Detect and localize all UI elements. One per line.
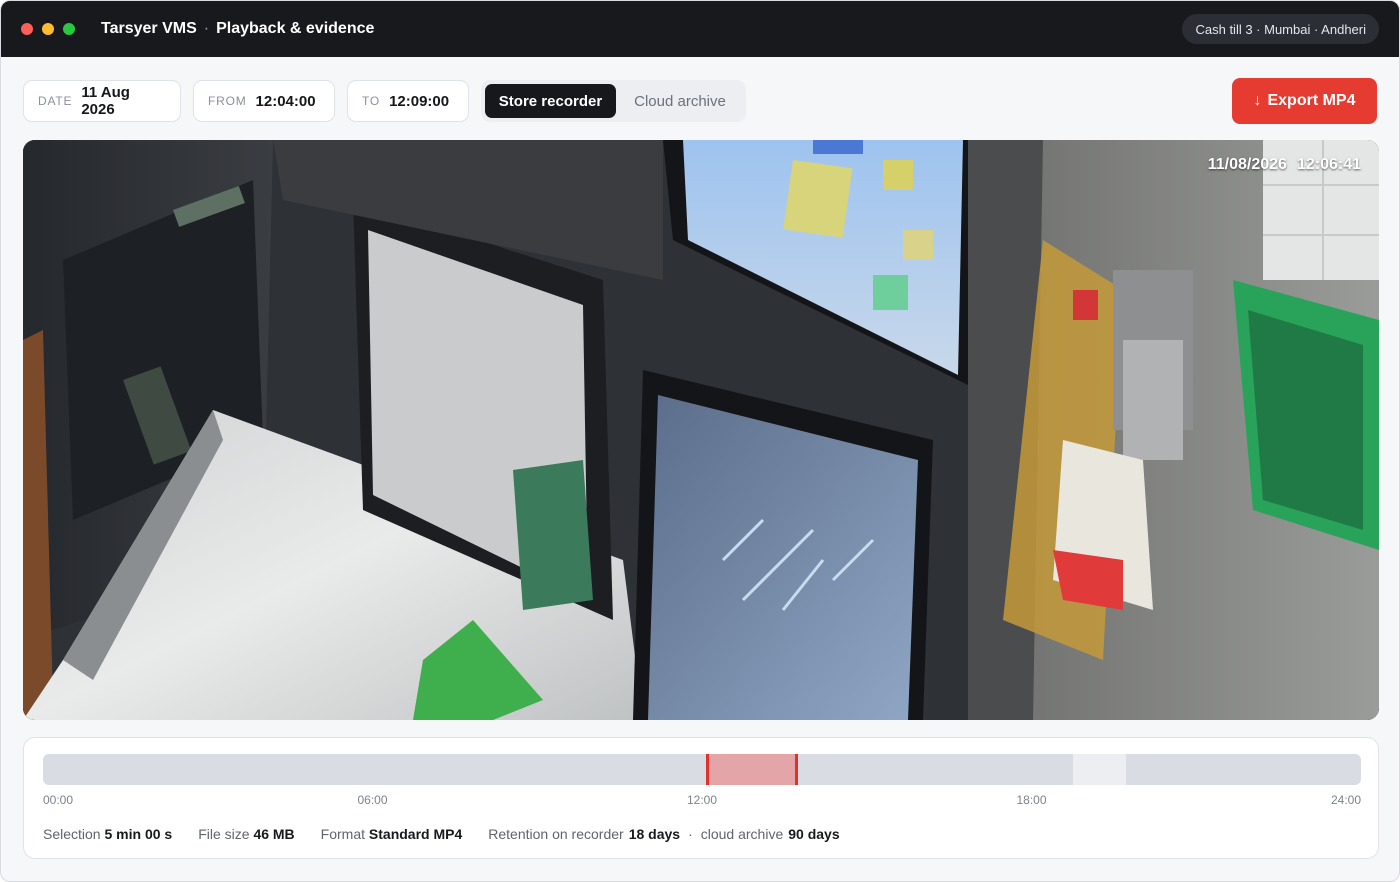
source-toggle: Store recorder Cloud archive	[481, 80, 746, 122]
filesize-stat: File size 46 MB	[198, 826, 294, 842]
format-stat: Format Standard MP4	[321, 826, 463, 842]
selection-stat: Selection 5 min 00 s	[43, 826, 172, 842]
video-frame	[23, 140, 1379, 720]
timeline-tick-label: 06:00	[357, 793, 388, 807]
export-stats: Selection 5 min 00 s File size 46 MB For…	[43, 826, 840, 842]
window-title: Tarsyer VMS · Playback & evidence	[101, 20, 374, 38]
close-window-button[interactable]	[21, 23, 33, 35]
retention-label: Retention on recorder	[488, 826, 624, 842]
date-label: DATE	[38, 94, 73, 108]
filesize-label: File size	[198, 826, 250, 842]
camera-location-badge: Cash till 3 · Mumbai · Andheri	[1182, 14, 1379, 44]
app-window: Tarsyer VMS · Playback & evidence Cash t…	[0, 0, 1400, 882]
timeline-tick-label: 18:00	[1016, 793, 1047, 807]
from-time-field[interactable]: FROM 12:04:00	[193, 80, 335, 122]
playback-toolbar: DATE 11 Aug 2026 FROM 12:04:00 TO 12:09:…	[23, 78, 1377, 124]
window-controls	[21, 23, 75, 35]
title-separator: ·	[203, 20, 210, 37]
filesize-value: 46 MB	[253, 826, 295, 842]
timeline-ticks: 00:00 06:00 12:00 18:00 24:00	[43, 793, 1361, 809]
format-label: Format	[320, 826, 366, 842]
date-value: 11 Aug 2026	[81, 84, 130, 118]
cloud-value: 90 days	[788, 826, 840, 842]
retention-value: 18 days	[628, 826, 681, 842]
to-value: 12:09:00	[389, 92, 450, 110]
timeline-tick-label: 24:00	[1330, 793, 1361, 807]
down-arrow-icon: ↓	[1253, 92, 1262, 109]
selection-value: 5 min 00 s	[104, 826, 173, 842]
to-label: TO	[362, 94, 381, 108]
export-mp4-button[interactable]: ↓ Export MP4	[1232, 78, 1377, 124]
cloud-archive-tab[interactable]: Cloud archive	[618, 84, 742, 118]
minimize-window-button[interactable]	[42, 23, 54, 35]
store-recorder-tab[interactable]: Store recorder	[485, 84, 616, 118]
app-name: Tarsyer VMS	[101, 20, 197, 37]
title-bar: Tarsyer VMS · Playback & evidence Cash t…	[1, 1, 1399, 57]
from-label: FROM	[208, 94, 247, 108]
recording-gap	[1072, 754, 1126, 785]
selection-label: Selection	[43, 826, 101, 842]
timeline-track[interactable]	[43, 754, 1361, 785]
timestamp-date: 11/08/2026	[1207, 156, 1287, 173]
timeline-selection[interactable]	[705, 754, 799, 785]
from-value: 12:04:00	[255, 92, 316, 110]
video-player[interactable]: 11/08/2026 12:06:41	[23, 140, 1379, 720]
retention-separator: ·	[688, 826, 693, 842]
retention-stat: Retention on recorder 18 days · cloud ar…	[488, 826, 839, 842]
maximize-window-button[interactable]	[63, 23, 75, 35]
timeline-tick-label: 12:00	[686, 793, 718, 807]
timestamp-time: 12:06:41	[1296, 156, 1361, 173]
to-time-field[interactable]: TO 12:09:00	[347, 80, 469, 122]
date-picker[interactable]: DATE 11 Aug 2026	[23, 80, 181, 122]
format-value: Standard MP4	[368, 826, 463, 842]
page-title: Playback & evidence	[216, 20, 375, 37]
timeline-panel: 00:00 06:00 12:00 18:00 24:00 Selection 5 mi…	[23, 737, 1379, 859]
timeline-tick-label: 00:00	[43, 793, 74, 807]
cloud-label: cloud archive	[700, 826, 784, 842]
export-label: Export MP4	[1267, 92, 1356, 109]
video-timestamp: 11/08/2026 12:06:41	[1208, 156, 1361, 174]
